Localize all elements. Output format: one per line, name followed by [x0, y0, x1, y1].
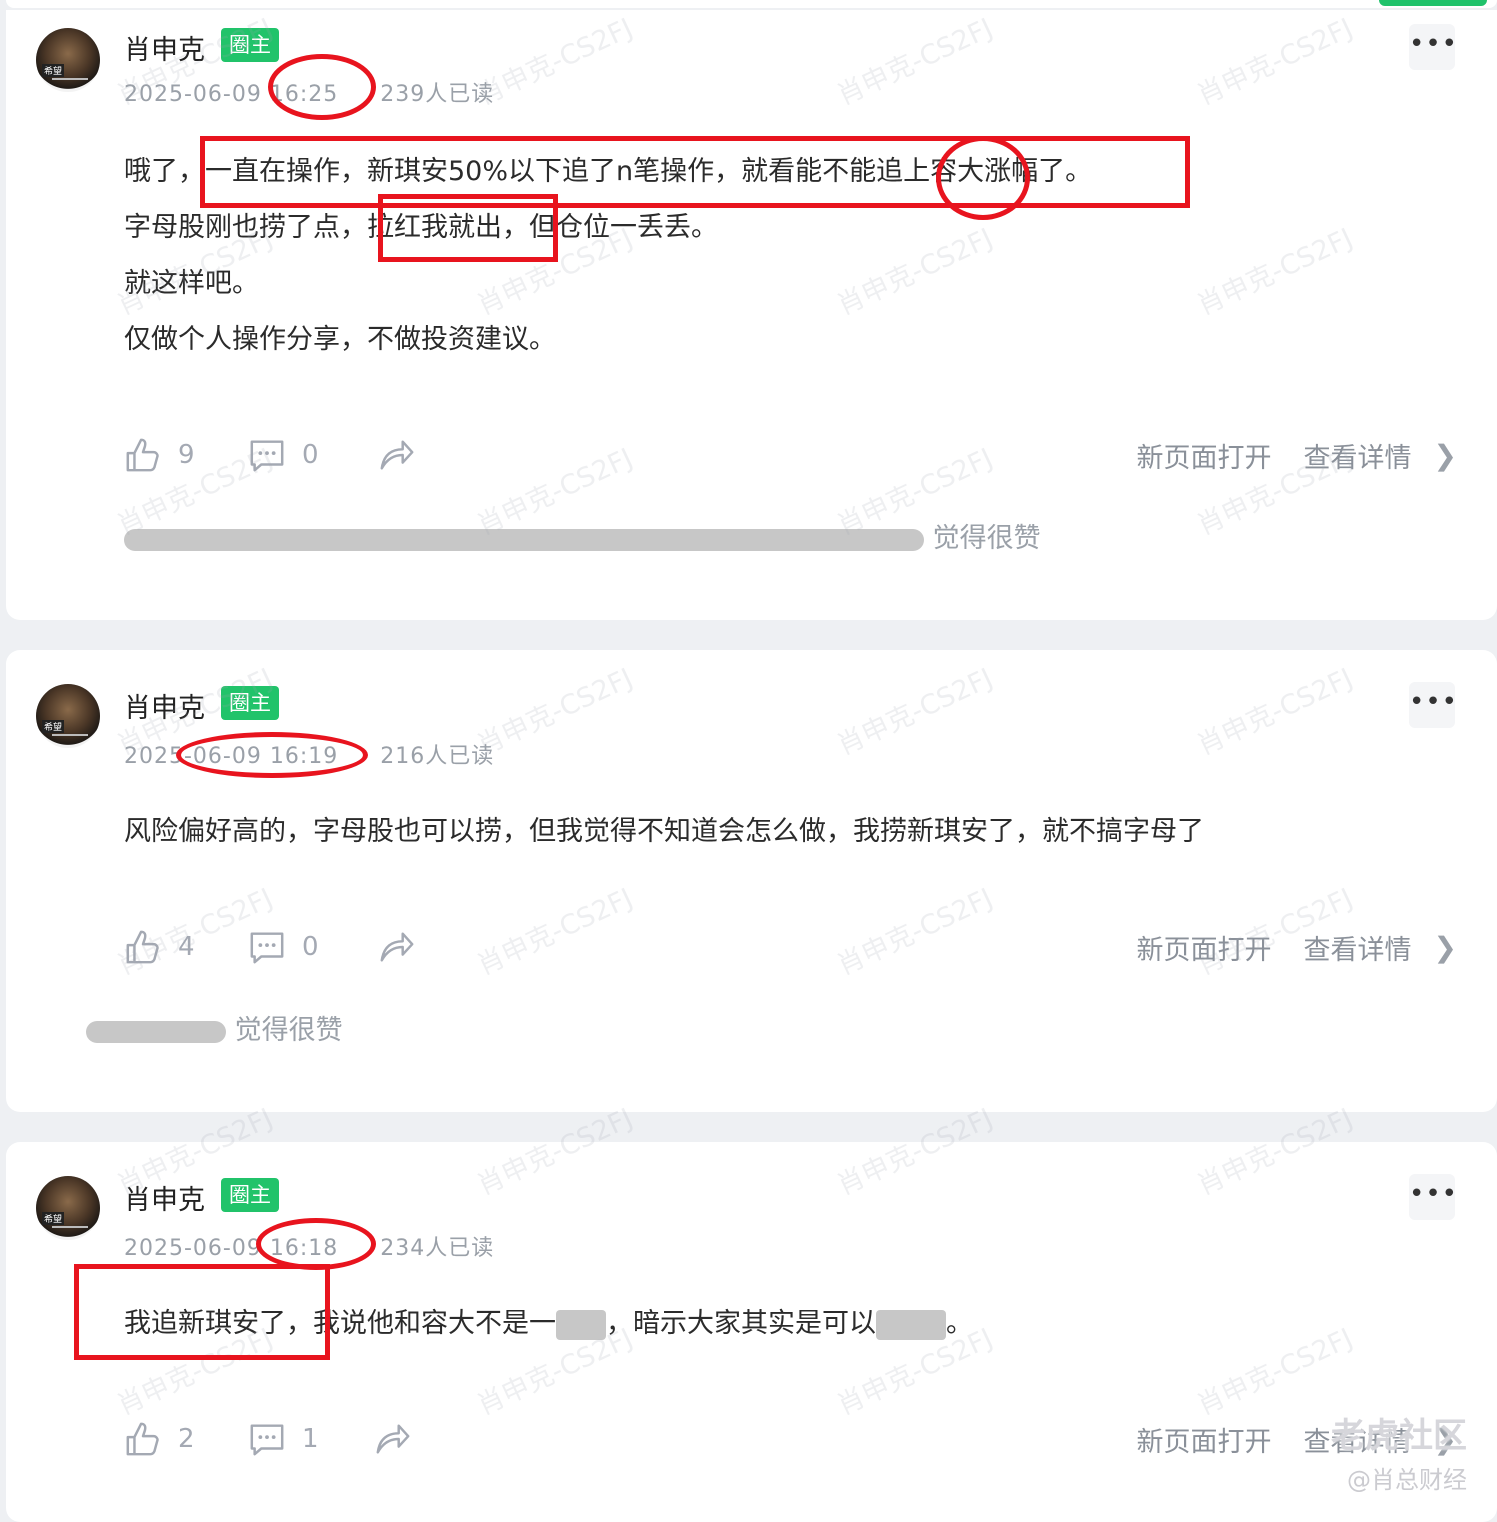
like-icon: [126, 930, 159, 964]
more-icon[interactable]: •••: [1409, 1174, 1457, 1220]
comment-count: 0: [302, 932, 319, 962]
share-button[interactable]: [378, 928, 416, 966]
comment-icon: [250, 1424, 284, 1456]
read-count: 216人已读: [380, 744, 495, 769]
annotation-rect: [378, 194, 558, 262]
more-icon[interactable]: •••: [1409, 24, 1457, 70]
green-button-edge[interactable]: [1379, 0, 1487, 6]
chevron-right-icon[interactable]: ❯: [1434, 931, 1457, 964]
previous-card-edge: [6, 0, 1497, 8]
annotation-oval: [936, 136, 1030, 220]
author-name[interactable]: 肖申克: [124, 686, 205, 725]
action-bar: 2 1 新页面打开 查看详情 ❯: [124, 1420, 1457, 1464]
redacted-likers: [86, 1020, 226, 1043]
comment-icon: [250, 440, 284, 472]
open-new-page-link[interactable]: 新页面打开: [1137, 1420, 1272, 1459]
post-links: 新页面打开 查看详情 ❯: [1105, 436, 1457, 475]
post-line: 就这样吧。: [124, 268, 259, 299]
share-icon: [380, 932, 414, 962]
likers-row: 觉得很赞: [86, 1008, 343, 1047]
action-bar: 9 0 新页面打开 查看详情 ❯: [124, 436, 1457, 480]
author-name[interactable]: 肖申克: [124, 28, 205, 67]
comment-icon: [250, 932, 284, 964]
post-body: 风险偏好高的，字母股也可以捞，但我觉得不知道会怎么做，我捞新琪安了，就不搞字母了: [124, 804, 1204, 860]
post-line: 字母股刚也捞了点，拉红我就出，但仓位一丢丢。: [124, 212, 718, 243]
open-new-page-link[interactable]: 新页面打开: [1137, 436, 1272, 475]
post-card: 希望 肖申克 圈主 2025-06-09 16:19 216人已读 ••• 风险…: [6, 650, 1497, 1112]
comment-count: 1: [302, 1424, 319, 1454]
more-icon[interactable]: •••: [1409, 682, 1457, 728]
redacted-likers: [124, 528, 924, 551]
annotation-oval: [256, 1218, 376, 1270]
likers-row: 觉得很赞: [124, 516, 1041, 555]
post-card: 希望 肖申克 圈主 2025-06-09 16:25 239人已读 ••• 哦了…: [6, 10, 1497, 620]
avatar[interactable]: 希望: [36, 28, 100, 92]
like-count: 2: [178, 1424, 195, 1454]
likers-suffix: 觉得很赞: [932, 523, 1041, 554]
like-button[interactable]: 9: [124, 436, 195, 474]
comment-button[interactable]: 0: [248, 928, 319, 966]
owner-badge: 圈主: [221, 1178, 279, 1212]
chevron-right-icon[interactable]: ❯: [1434, 439, 1457, 472]
post-segment: ，暗示大家其实是可以: [606, 1308, 876, 1339]
owner-badge: 圈主: [221, 686, 279, 720]
author-name[interactable]: 肖申克: [124, 1178, 205, 1217]
open-new-page-link[interactable]: 新页面打开: [1137, 928, 1272, 967]
like-count: 4: [178, 932, 195, 962]
post-date: 2025-06-09: [124, 82, 262, 107]
top-strip: [0, 0, 1497, 10]
read-count: 239人已读: [380, 82, 495, 107]
corner-logo: 老虎社区: [1331, 1416, 1467, 1456]
avatar[interactable]: 希望: [36, 1176, 100, 1240]
post-line: 风险偏好高的，字母股也可以捞，但我觉得不知道会怎么做，我捞新琪安了，就不搞字母了: [124, 816, 1204, 847]
owner-badge: 圈主: [221, 28, 279, 62]
annotation-rect: [200, 136, 1190, 208]
share-button[interactable]: [374, 1420, 412, 1458]
read-count: 234人已读: [380, 1236, 495, 1261]
like-button[interactable]: 2: [124, 1420, 195, 1458]
redacted-text: [876, 1309, 946, 1340]
comment-button[interactable]: 1: [248, 1420, 319, 1458]
share-icon: [380, 440, 414, 470]
annotation-rect: [74, 1264, 330, 1360]
corner-credit: @肖总财经: [1347, 1466, 1467, 1494]
view-detail-link[interactable]: 查看详情: [1304, 928, 1412, 967]
action-bar: 4 0 新页面打开 查看详情 ❯: [124, 928, 1457, 972]
post-links: 新页面打开 查看详情 ❯: [1105, 928, 1457, 967]
post-line: 仅做个人操作分享，不做投资建议。: [124, 324, 556, 355]
likers-suffix: 觉得很赞: [234, 1015, 343, 1046]
post-segment: 。: [946, 1308, 973, 1339]
like-count: 9: [178, 440, 195, 470]
like-icon: [126, 438, 159, 472]
comment-button[interactable]: 0: [248, 436, 319, 474]
share-icon: [376, 1424, 410, 1454]
avatar[interactable]: 希望: [36, 684, 100, 748]
annotation-oval: [176, 732, 368, 778]
like-button[interactable]: 4: [124, 928, 195, 966]
redacted-text: [556, 1309, 606, 1340]
annotation-oval: [268, 54, 376, 120]
share-button[interactable]: [378, 436, 416, 474]
like-icon: [126, 1422, 159, 1456]
view-detail-link[interactable]: 查看详情: [1304, 436, 1412, 475]
post-date: 2025-06-09: [124, 1236, 262, 1261]
comment-count: 0: [302, 440, 319, 470]
